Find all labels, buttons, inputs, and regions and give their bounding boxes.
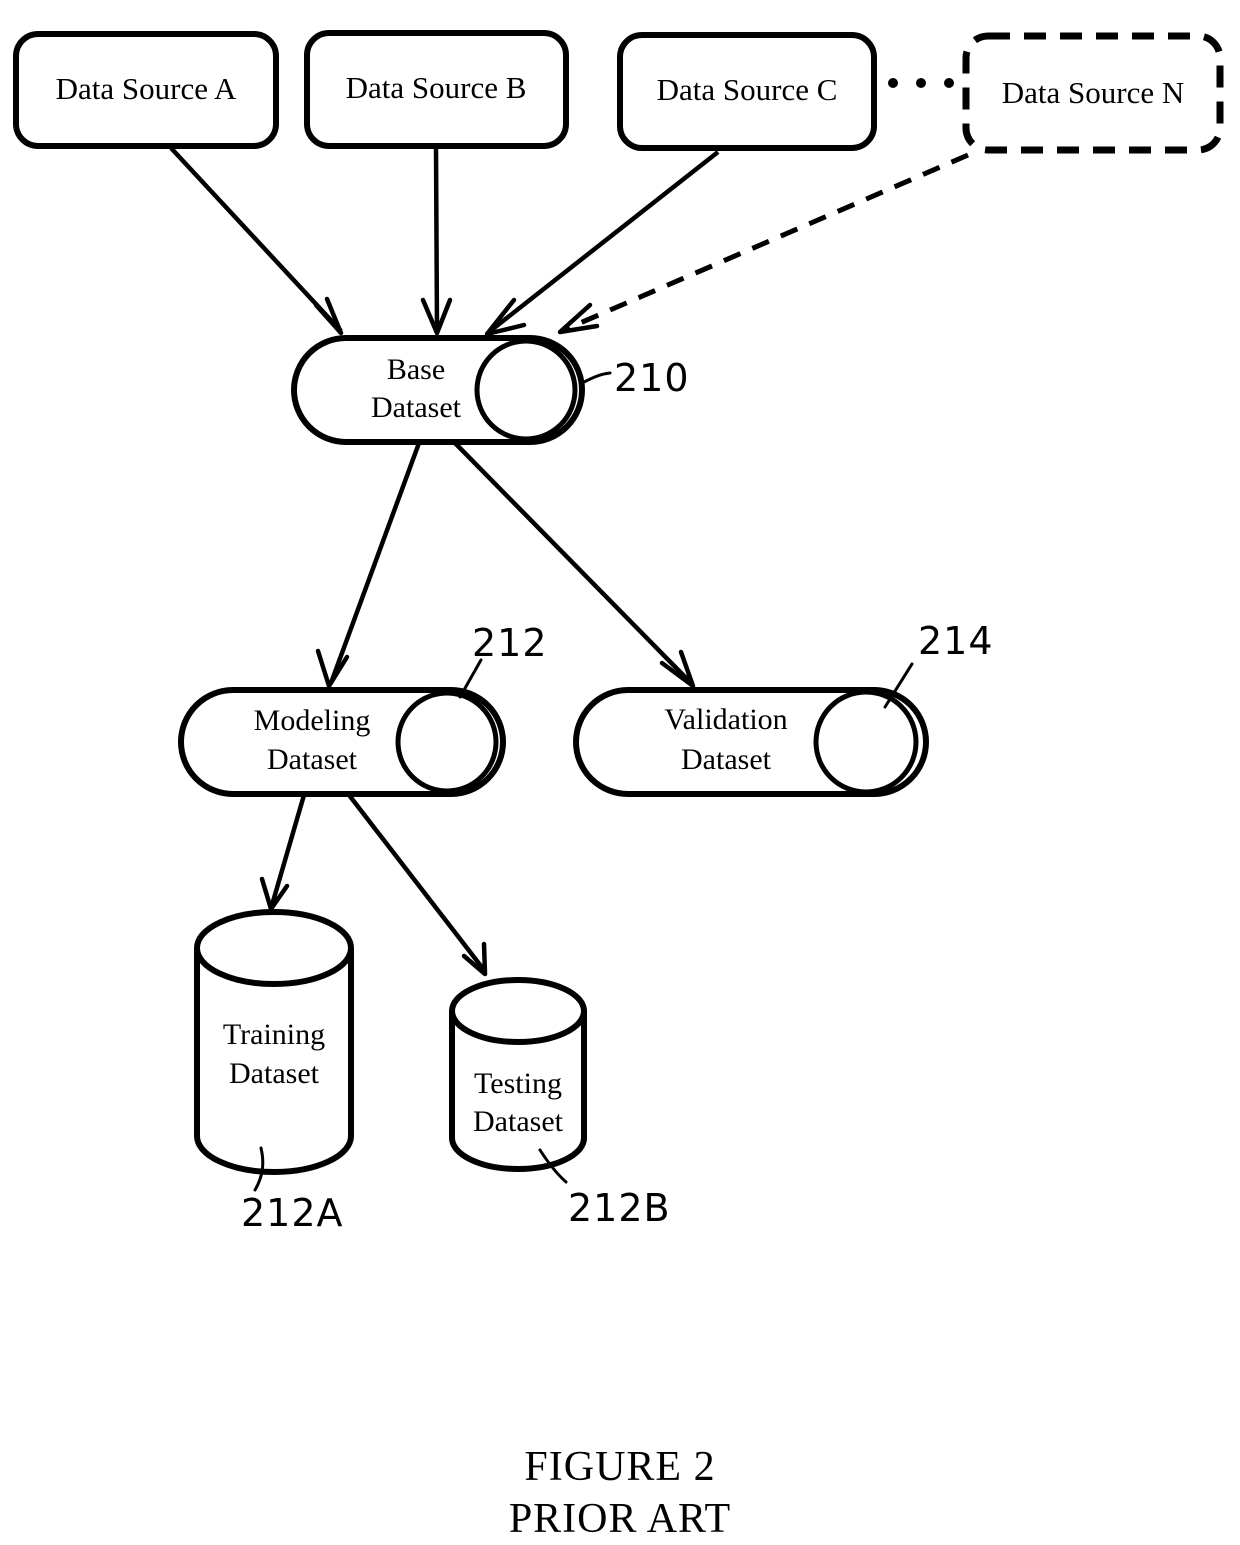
- ref-214-callout: 214: [883, 619, 994, 709]
- node-data-source-n[interactable]: Data Source N: [962, 32, 1224, 154]
- modeling-dataset-label-line1: Modeling: [254, 704, 371, 737]
- figure-root: Data Source A Data Source B Data Source …: [0, 0, 1240, 1545]
- edge-source-c-to-base: [484, 150, 720, 337]
- data-source-n-label: Data Source N: [1002, 75, 1185, 110]
- node-training-dataset[interactable]: Training Dataset: [194, 909, 354, 1175]
- validation-dataset-label-line2: Dataset: [681, 743, 772, 776]
- testing-dataset-top: [449, 977, 587, 1045]
- node-data-source-b[interactable]: Data Source B: [304, 30, 569, 149]
- node-validation-dataset[interactable]: Validation Dataset: [573, 687, 929, 797]
- training-dataset-top: [194, 909, 354, 987]
- edge-source-n-to-base: [557, 152, 969, 335]
- data-source-b-label: Data Source B: [346, 70, 527, 105]
- edge-source-a-to-base: [169, 146, 344, 336]
- ref-210-callout: 210: [580, 356, 690, 400]
- figure-caption-line2: PRIOR ART: [508, 1496, 732, 1542]
- node-modeling-dataset[interactable]: Modeling Dataset: [178, 687, 506, 797]
- ref-number-212a: 212A: [241, 1191, 344, 1235]
- modeling-dataset-label-line2: Dataset: [267, 743, 358, 776]
- data-source-c-label: Data Source C: [657, 72, 838, 107]
- edge-modeling-to-training: [259, 794, 307, 912]
- edge-base-to-modeling: [315, 442, 422, 689]
- prior-art-flow-diagram: Data Source A Data Source B Data Source …: [13, 30, 1224, 1235]
- ellipsis-dots: [888, 78, 954, 88]
- node-base-dataset[interactable]: Base Dataset: [291, 335, 585, 445]
- edge-source-b-to-base: [420, 147, 453, 336]
- data-source-a-label: Data Source A: [56, 71, 237, 106]
- ref-number-212: 212: [472, 621, 548, 665]
- ref-212-callout: 212: [458, 621, 548, 699]
- figure-caption-line1: FIGURE 2: [524, 1444, 716, 1490]
- base-dataset-label-line2: Dataset: [371, 391, 462, 424]
- training-dataset-label-line1: Training: [223, 1018, 325, 1051]
- ref-number-214: 214: [918, 619, 994, 663]
- training-dataset-label-line2: Dataset: [229, 1057, 320, 1090]
- node-data-source-a[interactable]: Data Source A: [13, 31, 279, 149]
- validation-dataset-label-line1: Validation: [664, 703, 787, 736]
- edge-modeling-to-testing: [347, 793, 488, 977]
- base-dataset-label-line1: Base: [387, 353, 445, 386]
- testing-dataset-label-line2: Dataset: [473, 1105, 564, 1138]
- node-testing-dataset[interactable]: Testing Dataset: [449, 977, 587, 1172]
- ref-number-210: 210: [614, 356, 690, 400]
- node-data-source-c[interactable]: Data Source C: [617, 32, 877, 151]
- testing-dataset-label-line1: Testing: [474, 1067, 562, 1100]
- ref-number-212b: 212B: [568, 1186, 671, 1230]
